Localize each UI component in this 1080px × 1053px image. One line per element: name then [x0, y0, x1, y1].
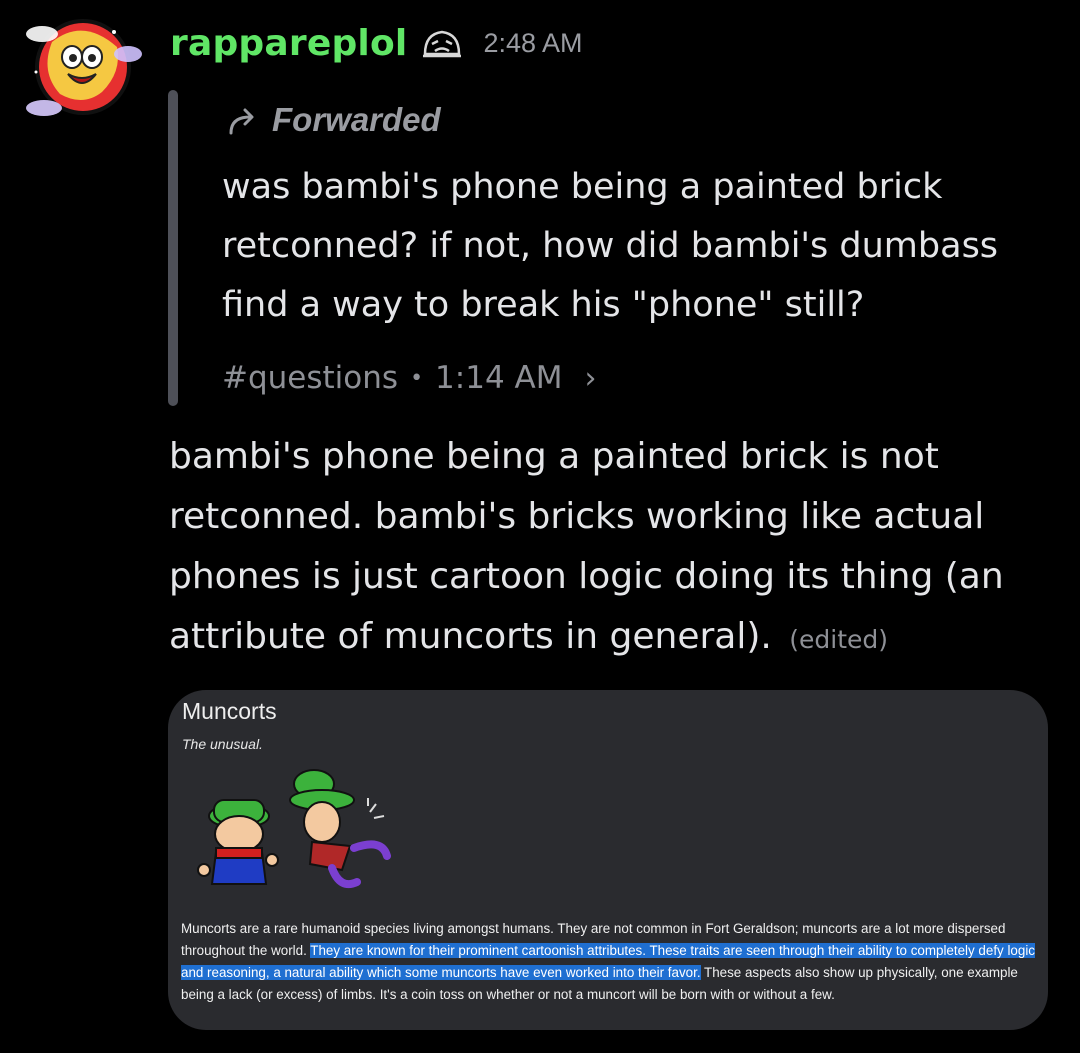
attachment-title: Muncorts [182, 698, 277, 724]
image-attachment[interactable]: Muncorts The unusual. Muncorts are a rar… [168, 690, 1048, 1030]
message-text: bambi's phone being a painted brick is n… [169, 436, 1004, 657]
username[interactable]: rappareplol [170, 23, 407, 64]
forwarded-text: Forwarded [272, 101, 441, 138]
muncort-illustration [182, 760, 412, 900]
edited-label: (edited) [789, 625, 889, 654]
message-timestamp: 2:48 AM [483, 27, 583, 58]
message-content: bambi's phone being a painted brick is n… [169, 427, 1059, 670]
meta-separator: • [410, 365, 424, 391]
message-header: rappareplol 2:48 AM [170, 18, 583, 68]
forwarded-source[interactable]: #questions • 1:14 AM › [222, 355, 596, 401]
forwarded-time: 1:14 AM [435, 360, 563, 396]
forwarded-message-text: was bambi's phone being a painted brick … [222, 167, 999, 325]
attachment-body: Muncorts are a rare humanoid species liv… [181, 918, 1039, 1006]
forward-arrow-icon [229, 108, 254, 135]
attachment-subtitle: The unusual. [182, 736, 263, 752]
avatar[interactable] [22, 12, 144, 118]
emoji-badge-icon[interactable] [421, 26, 463, 60]
chevron-right-icon[interactable]: › [584, 361, 596, 396]
forwarded-label: Forwarded [226, 98, 441, 142]
forward-quote-bar [168, 90, 178, 406]
channel-link[interactable]: #questions [222, 360, 398, 396]
